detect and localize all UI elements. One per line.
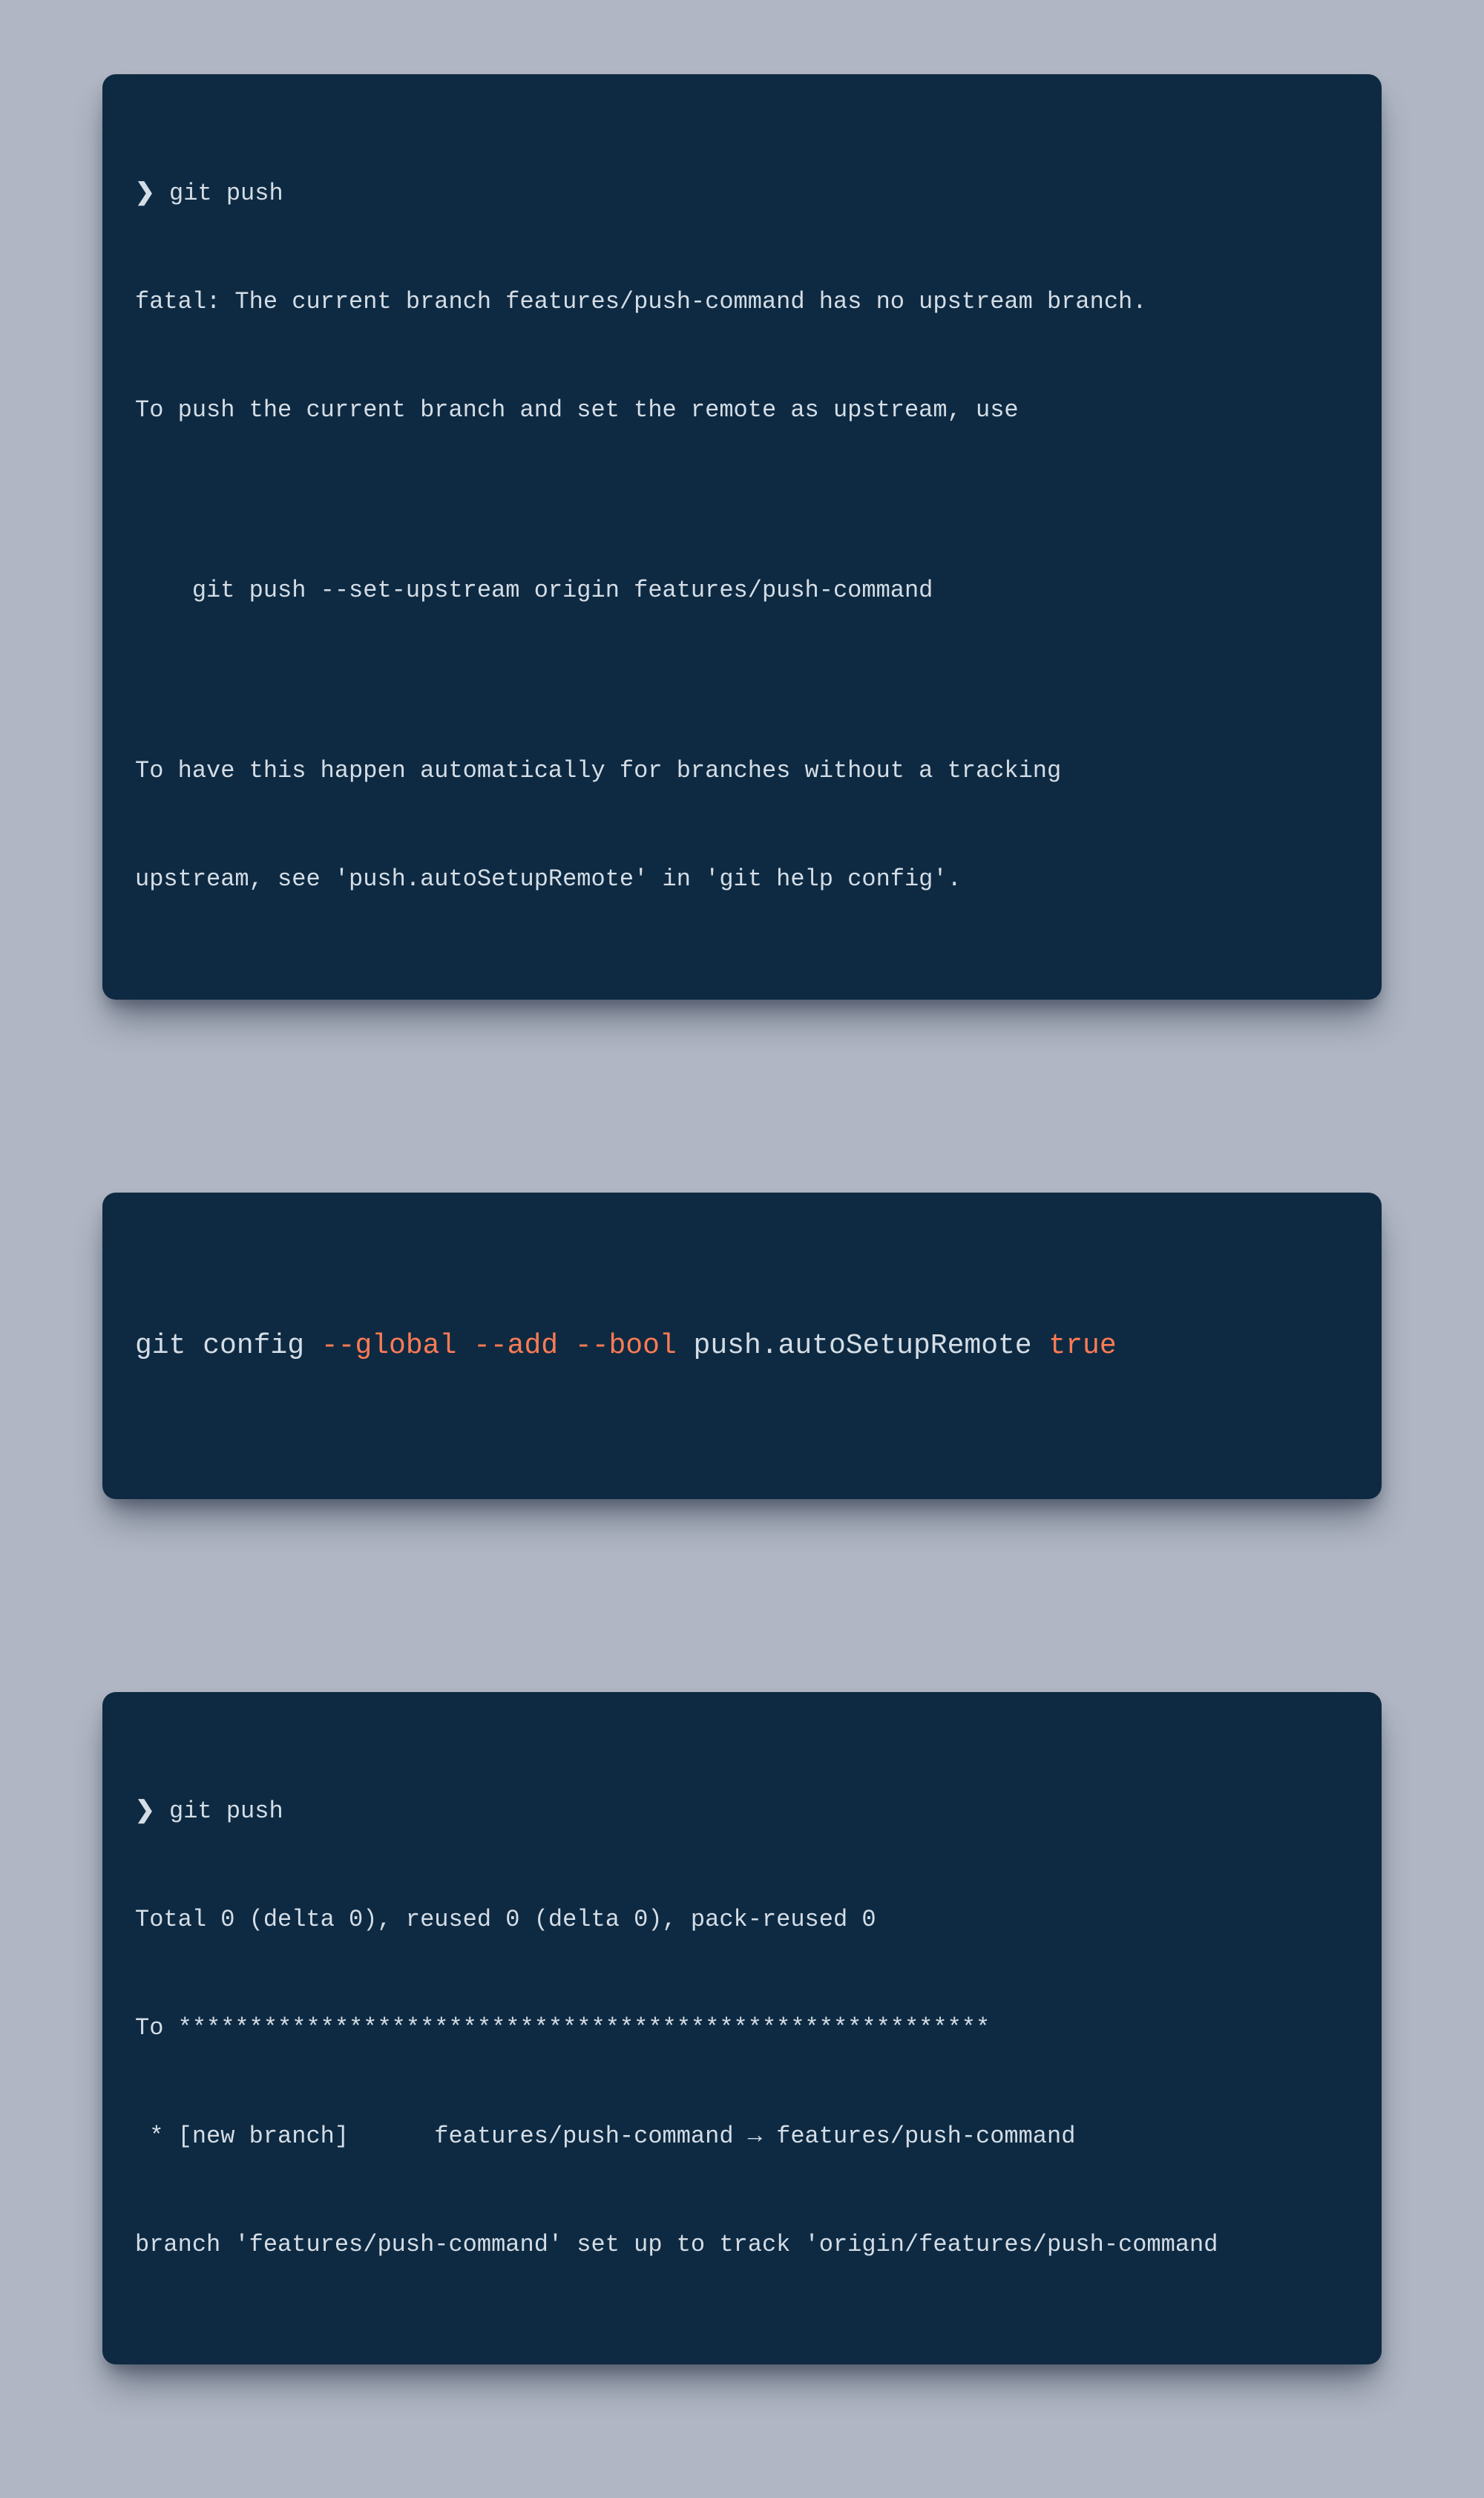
- terminal-output-line: To push the current branch and set the r…: [135, 393, 1349, 429]
- terminal-output-line: fatal: The current branch features/push-…: [135, 284, 1349, 321]
- terminal-output-line: git push --set-upstream origin features/…: [135, 573, 1349, 609]
- cmd-segment-accent: --global --add --bool: [321, 1330, 677, 1362]
- cmd-segment: git config: [135, 1330, 321, 1362]
- cmd-segment: push.autoSetupRemote: [677, 1330, 1049, 1362]
- cmd-segment-accent: true: [1048, 1330, 1116, 1362]
- command-text: git push: [169, 1797, 283, 1825]
- terminal-output-line: To have this happen automatically for br…: [135, 753, 1349, 790]
- terminal-block-2: git config --global --add --bool push.au…: [102, 1193, 1382, 1499]
- prompt-icon: ❯: [135, 1797, 155, 1825]
- terminal-output-line: To *************************************…: [135, 2010, 1349, 2047]
- terminal-input-line: ❯ git push: [135, 176, 1349, 212]
- prompt-icon: ❯: [135, 180, 155, 207]
- command-text: git config --global --add --bool push.au…: [135, 1325, 1349, 1368]
- terminal-output-line: branch 'features/push-command' set up to…: [135, 2227, 1349, 2263]
- terminal-block-1: ❯ git push fatal: The current branch fea…: [102, 74, 1382, 1000]
- terminal-output-line: Total 0 (delta 0), reused 0 (delta 0), p…: [135, 1902, 1349, 1938]
- terminal-output-line: * [new branch] features/push-command → f…: [135, 2119, 1349, 2155]
- terminal-block-3: ❯ git push Total 0 (delta 0), reused 0 (…: [102, 1692, 1382, 2365]
- terminal-output-line: upstream, see 'push.autoSetupRemote' in …: [135, 862, 1349, 898]
- command-text: git push: [169, 180, 283, 207]
- page-body: ❯ git push fatal: The current branch fea…: [0, 0, 1484, 2498]
- terminal-input-line: ❯ git push: [135, 1794, 1349, 1830]
